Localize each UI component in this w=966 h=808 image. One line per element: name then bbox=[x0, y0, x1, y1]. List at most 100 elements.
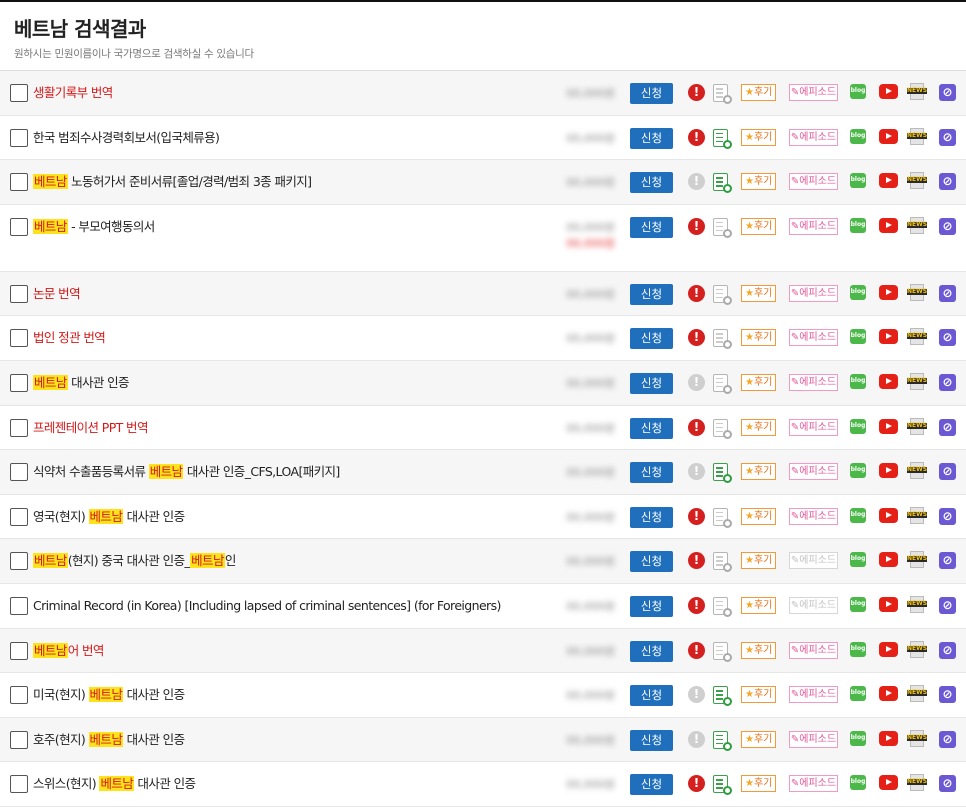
blog-icon[interactable]: blog bbox=[850, 284, 866, 300]
apply-button[interactable]: 신청 bbox=[630, 729, 673, 751]
link-icon[interactable]: ⊘ bbox=[939, 373, 956, 391]
document-preview-icon[interactable] bbox=[713, 507, 732, 528]
link-icon[interactable]: ⊘ bbox=[939, 128, 956, 146]
review-button[interactable]: ★후기 bbox=[741, 507, 777, 525]
review-button[interactable]: ★후기 bbox=[741, 775, 777, 793]
row-checkbox[interactable] bbox=[10, 686, 28, 705]
warning-icon[interactable]: ! bbox=[688, 418, 705, 436]
link-icon[interactable]: ⊘ bbox=[939, 730, 956, 748]
warning-icon[interactable]: ! bbox=[688, 552, 705, 570]
review-button[interactable]: ★후기 bbox=[741, 463, 777, 481]
row-checkbox[interactable] bbox=[10, 128, 28, 147]
document-preview-icon[interactable] bbox=[713, 418, 732, 439]
service-name-link[interactable]: 논문 번역 bbox=[33, 286, 81, 302]
episode-button[interactable]: ✎에피소드 bbox=[789, 641, 838, 659]
review-button[interactable]: ★후기 bbox=[741, 686, 777, 704]
episode-button[interactable]: ✎에피소드 bbox=[789, 730, 838, 748]
service-name-link[interactable]: 스위스(현지) 베트남 대사관 인증 bbox=[33, 776, 196, 792]
row-checkbox[interactable] bbox=[10, 730, 28, 749]
warning-icon[interactable]: ! bbox=[688, 173, 705, 191]
blog-icon[interactable]: blog bbox=[850, 686, 866, 702]
warning-icon[interactable]: ! bbox=[688, 329, 705, 347]
row-checkbox[interactable] bbox=[10, 418, 28, 437]
document-preview-icon[interactable] bbox=[713, 284, 732, 305]
news-icon[interactable]: NEWS bbox=[907, 372, 927, 390]
blog-icon[interactable]: blog bbox=[850, 463, 866, 479]
service-name-link[interactable]: 베트남 대사관 인증 bbox=[33, 374, 130, 391]
link-icon[interactable]: ⊘ bbox=[939, 217, 956, 235]
youtube-icon[interactable] bbox=[879, 596, 898, 612]
episode-button[interactable]: ✎에피소드 bbox=[789, 507, 838, 525]
blog-icon[interactable]: blog bbox=[850, 173, 866, 189]
youtube-icon[interactable] bbox=[879, 641, 898, 657]
warning-icon[interactable]: ! bbox=[688, 507, 705, 525]
document-preview-icon[interactable] bbox=[713, 463, 732, 484]
link-icon[interactable]: ⊘ bbox=[939, 641, 956, 659]
review-button[interactable]: ★후기 bbox=[741, 596, 777, 614]
youtube-icon[interactable] bbox=[879, 418, 898, 434]
blog-icon[interactable]: blog bbox=[850, 128, 866, 144]
news-icon[interactable]: NEWS bbox=[907, 774, 927, 792]
review-button[interactable]: ★후기 bbox=[741, 217, 777, 235]
episode-button[interactable]: ✎에피소드 bbox=[789, 173, 838, 191]
row-checkbox[interactable] bbox=[10, 173, 28, 192]
news-icon[interactable]: NEWS bbox=[907, 127, 927, 145]
episode-button[interactable]: ✎에피소드 bbox=[789, 463, 838, 481]
review-button[interactable]: ★후기 bbox=[741, 373, 777, 391]
blog-icon[interactable]: blog bbox=[850, 552, 866, 568]
apply-button[interactable]: 신청 bbox=[630, 506, 673, 528]
link-icon[interactable]: ⊘ bbox=[939, 552, 956, 570]
blog-icon[interactable]: blog bbox=[850, 84, 866, 99]
blog-icon[interactable]: blog bbox=[850, 373, 866, 389]
service-name-link[interactable]: 한국 범죄수사경력회보서(입국체류용) bbox=[33, 130, 220, 146]
blog-icon[interactable]: blog bbox=[850, 329, 866, 345]
blog-icon[interactable]: blog bbox=[850, 596, 866, 612]
episode-button[interactable]: ✎에피소드 bbox=[789, 775, 838, 793]
row-checkbox[interactable] bbox=[10, 641, 28, 660]
youtube-icon[interactable] bbox=[879, 730, 898, 746]
row-checkbox[interactable] bbox=[10, 329, 28, 348]
service-name-link[interactable]: 식약처 수출품등록서류 베트남 대사관 인증_CFS,LOA[패키지] bbox=[33, 464, 340, 480]
row-checkbox[interactable] bbox=[10, 596, 28, 615]
service-name-link[interactable]: 영국(현지) 베트남 대사관 인증 bbox=[33, 508, 185, 525]
document-preview-icon[interactable] bbox=[713, 596, 732, 617]
apply-button[interactable]: 신청 bbox=[630, 328, 673, 350]
apply-button[interactable]: 신청 bbox=[630, 551, 673, 573]
news-icon[interactable]: NEWS bbox=[907, 283, 927, 301]
service-name-link[interactable]: 베트남 - 부모여행동의서 bbox=[33, 218, 155, 235]
news-icon[interactable]: NEWS bbox=[907, 729, 927, 747]
service-name-link[interactable]: 베트남어 번역 bbox=[33, 642, 104, 659]
document-preview-icon[interactable] bbox=[713, 329, 732, 350]
warning-icon[interactable]: ! bbox=[688, 686, 705, 704]
review-button[interactable]: ★후기 bbox=[741, 84, 777, 101]
document-preview-icon[interactable] bbox=[713, 775, 732, 796]
news-icon[interactable]: NEWS bbox=[907, 172, 927, 190]
apply-button[interactable]: 신청 bbox=[630, 462, 673, 484]
link-icon[interactable]: ⊘ bbox=[939, 84, 956, 101]
episode-button[interactable]: ✎에피소드 bbox=[789, 217, 838, 235]
youtube-icon[interactable] bbox=[879, 128, 898, 144]
review-button[interactable]: ★후기 bbox=[741, 284, 777, 302]
row-checkbox[interactable] bbox=[10, 552, 28, 571]
link-icon[interactable]: ⊘ bbox=[939, 418, 956, 436]
news-icon[interactable]: NEWS bbox=[907, 685, 927, 703]
episode-button[interactable]: ✎에피소드 bbox=[789, 418, 838, 436]
youtube-icon[interactable] bbox=[879, 686, 898, 702]
news-icon[interactable]: NEWS bbox=[907, 216, 927, 234]
youtube-icon[interactable] bbox=[879, 775, 898, 791]
blog-icon[interactable]: blog bbox=[850, 641, 866, 657]
service-name-link[interactable]: 프레젠테이션 PPT 번역 bbox=[33, 420, 148, 436]
row-checkbox[interactable] bbox=[10, 284, 28, 303]
news-icon[interactable]: NEWS bbox=[907, 83, 927, 100]
episode-button[interactable]: ✎에피소드 bbox=[789, 596, 838, 614]
youtube-icon[interactable] bbox=[879, 552, 898, 568]
news-icon[interactable]: NEWS bbox=[907, 640, 927, 658]
apply-button[interactable]: 신청 bbox=[630, 83, 673, 104]
link-icon[interactable]: ⊘ bbox=[939, 284, 956, 302]
youtube-icon[interactable] bbox=[879, 373, 898, 389]
youtube-icon[interactable] bbox=[879, 463, 898, 479]
document-preview-icon[interactable] bbox=[713, 730, 732, 751]
apply-button[interactable]: 신청 bbox=[630, 595, 673, 617]
document-preview-icon[interactable] bbox=[713, 217, 732, 238]
warning-icon[interactable]: ! bbox=[688, 775, 705, 793]
